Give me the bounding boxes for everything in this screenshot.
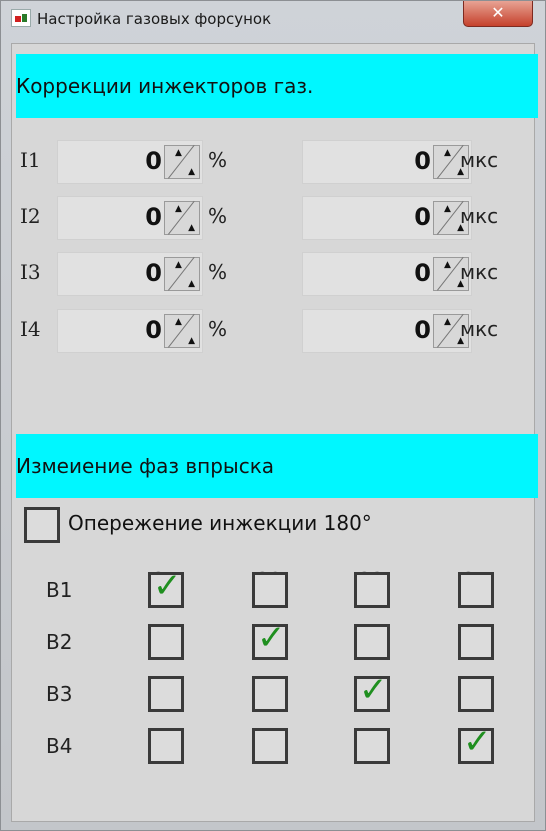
percent-correction-unit: % — [208, 317, 228, 341]
percent-correction-spinbox[interactable]: 0 ▲ ▲ — [57, 196, 203, 240]
phase-checkbox-b3-g2[interactable] — [252, 676, 288, 712]
spin-up-icon[interactable]: ▲ — [444, 317, 451, 327]
time-correction-value[interactable]: 0 — [414, 316, 431, 344]
checkmark-icon: ✓ — [153, 566, 182, 606]
close-icon: ✕ — [491, 3, 505, 22]
checkmark-icon: ✓ — [257, 618, 286, 658]
percent-correction-unit: % — [208, 260, 228, 284]
injector-row-label: I2 — [20, 204, 41, 228]
spin-up-icon[interactable]: ▲ — [175, 148, 182, 158]
settings-window: Настройка газовых форсунок ✕ Коррекции и… — [0, 0, 546, 831]
spin-up-icon[interactable]: ▲ — [175, 317, 182, 327]
percent-correction-value[interactable]: 0 — [145, 259, 162, 287]
percent-correction-spinbox[interactable]: 0 ▲ ▲ — [57, 252, 203, 296]
time-correction-value[interactable]: 0 — [414, 147, 431, 175]
spin-down-icon[interactable]: ▲ — [188, 336, 195, 346]
phase-checkbox-b3-g4[interactable] — [458, 676, 494, 712]
phase-checkbox-b4-g1[interactable] — [148, 728, 184, 764]
time-correction-value[interactable]: 0 — [414, 259, 431, 287]
spin-down-icon[interactable]: ▲ — [188, 167, 195, 177]
row-label-b3: B3 — [46, 682, 73, 706]
time-correction-unit: мкс — [460, 148, 499, 172]
time-correction-spinbox[interactable]: 0 ▲ ▲ — [302, 196, 472, 240]
time-correction-spinbox[interactable]: 0 ▲ ▲ — [302, 140, 472, 184]
phase-checkbox-b1-g3[interactable] — [354, 572, 390, 608]
checkmark-icon: ✓ — [359, 670, 388, 710]
phase-checkbox-b1-g1[interactable]: ✓ — [148, 566, 184, 608]
spin-up-icon[interactable]: ▲ — [175, 204, 182, 214]
window-title: Настройка газовых форсунок — [37, 10, 272, 28]
phase-checkbox-b3-g3[interactable]: ✓ — [354, 670, 390, 712]
checkmark-icon: ✓ — [463, 722, 492, 762]
advance-180-label: Опережение инжекции 180° — [68, 511, 372, 535]
time-correction-spinbox[interactable]: 0 ▲ ▲ — [302, 252, 472, 296]
phase-checkbox-b4-g4[interactable]: ✓ — [458, 722, 494, 764]
app-icon — [11, 9, 31, 27]
spin-arrows-icon[interactable]: ▲ ▲ — [164, 201, 200, 235]
phase-checkbox-b3-g1[interactable] — [148, 676, 184, 712]
phase-checkbox-b2-g3[interactable] — [354, 624, 390, 660]
phase-change-header: Измеиение фаз впрыска — [16, 434, 538, 498]
time-correction-spinbox[interactable]: 0 ▲ ▲ — [302, 309, 472, 353]
spin-up-icon[interactable]: ▲ — [444, 204, 451, 214]
injector-row-label: I3 — [20, 260, 41, 284]
row-label-b2: B2 — [46, 630, 73, 654]
percent-correction-spinbox[interactable]: 0 ▲ ▲ — [57, 140, 203, 184]
percent-correction-unit: % — [208, 148, 228, 172]
dialog-body: Коррекции инжекторов газ. Измеиение фаз … — [11, 43, 538, 822]
spin-up-icon[interactable]: ▲ — [175, 260, 182, 270]
phase-checkbox-b2-g2[interactable]: ✓ — [252, 618, 288, 660]
phase-checkbox-b1-g4[interactable] — [458, 572, 494, 608]
spin-up-icon[interactable]: ▲ — [444, 148, 451, 158]
phase-checkbox-b2-g1[interactable] — [148, 624, 184, 660]
injector-correction-header: Коррекции инжекторов газ. — [16, 54, 538, 118]
title-bar[interactable]: Настройка газовых форсунок ✕ — [1, 1, 545, 41]
percent-correction-unit: % — [208, 204, 228, 228]
percent-correction-value[interactable]: 0 — [145, 147, 162, 175]
spin-up-icon[interactable]: ▲ — [444, 260, 451, 270]
injector-row-label: I1 — [20, 148, 41, 172]
percent-correction-spinbox[interactable]: 0 ▲ ▲ — [57, 309, 203, 353]
spin-arrows-icon[interactable]: ▲ ▲ — [164, 257, 200, 291]
time-correction-value[interactable]: 0 — [414, 203, 431, 231]
phase-checkbox-b4-g2[interactable] — [252, 728, 288, 764]
percent-correction-value[interactable]: 0 — [145, 316, 162, 344]
injector-row-label: I4 — [20, 317, 41, 341]
percent-correction-value[interactable]: 0 — [145, 203, 162, 231]
phase-checkbox-b4-g3[interactable] — [354, 728, 390, 764]
time-correction-unit: мкс — [460, 204, 499, 228]
time-correction-unit: мкс — [460, 260, 499, 284]
row-label-b1: B1 — [46, 578, 73, 602]
phase-checkbox-b2-g4[interactable] — [458, 624, 494, 660]
spin-arrows-icon[interactable]: ▲ ▲ — [164, 314, 200, 348]
spin-arrows-icon[interactable]: ▲ ▲ — [164, 145, 200, 179]
time-correction-unit: мкс — [460, 317, 499, 341]
close-button[interactable]: ✕ — [463, 1, 533, 27]
phase-checkbox-b1-g2[interactable] — [252, 572, 288, 608]
advance-180-checkbox[interactable] — [24, 507, 60, 543]
spin-down-icon[interactable]: ▲ — [188, 223, 195, 233]
spin-down-icon[interactable]: ▲ — [188, 279, 195, 289]
row-label-b4: B4 — [46, 734, 73, 758]
